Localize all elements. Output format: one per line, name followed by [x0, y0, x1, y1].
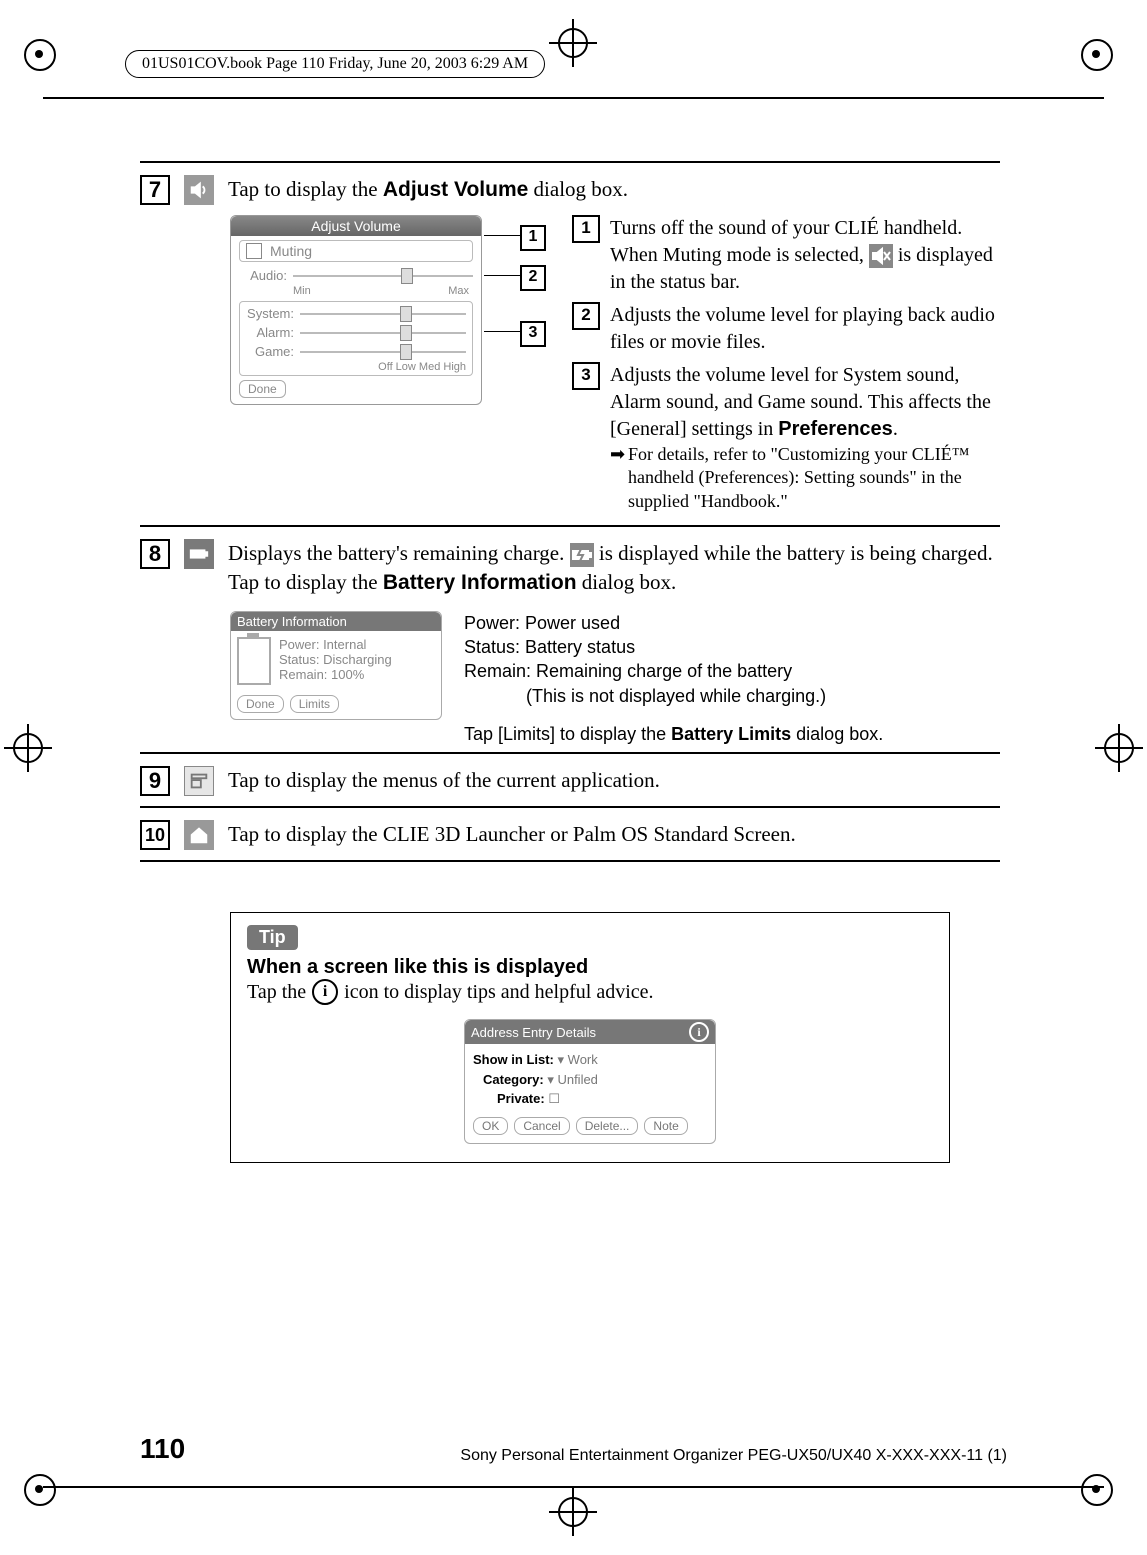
addr-l3-val[interactable]: ☐ — [548, 1091, 560, 1106]
tip-tag: Tip — [247, 925, 298, 950]
row10-text: Tap to display the CLIE 3D Launcher or P… — [228, 820, 796, 848]
step-10-number: 10 — [140, 820, 170, 850]
preferences-bold: Preferences — [778, 418, 893, 440]
battery-drawing — [237, 637, 271, 685]
step-7-number: 7 — [140, 175, 170, 205]
addr-l3-label: Private: — [473, 1091, 545, 1106]
step-8-number: 8 — [140, 539, 170, 569]
addr-title: Address Entry Details — [471, 1025, 596, 1040]
muting-label: Muting — [270, 243, 312, 259]
addr-cancel-button[interactable]: Cancel — [514, 1117, 569, 1135]
system-label: System: — [246, 306, 294, 321]
item2-text: Adjusts the volume level for playing bac… — [610, 302, 1000, 356]
battery-info-dialog: Battery Information Power: Internal Stat… — [230, 611, 442, 720]
muted-speaker-icon — [869, 244, 893, 268]
adjust-volume-title: Adjust Volume — [231, 216, 481, 236]
row8-line1a: Displays the battery's remaining charge. — [228, 541, 570, 565]
item3-note: For details, refer to "Customizing your … — [628, 444, 969, 511]
item1-number: 1 — [572, 215, 600, 243]
system-slider[interactable] — [300, 309, 466, 319]
tip-title: When a screen like this is displayed — [247, 956, 933, 979]
batt-right-l4a: Tap [Limits] to display the — [464, 724, 671, 744]
speaker-icon — [184, 175, 214, 205]
audio-label: Audio: — [239, 268, 287, 283]
row8-line2a: Tap to display the — [228, 570, 383, 594]
box-status: Status: Discharging — [279, 652, 392, 667]
row9-text: Tap to display the menus of the current … — [228, 766, 660, 794]
addr-l1-val[interactable]: ▾ Work — [558, 1052, 598, 1067]
step-9-number: 9 — [140, 766, 170, 796]
battery-info-title: Battery Information — [231, 612, 441, 631]
print-header: 01US01COV.book Page 110 Friday, June 20,… — [125, 50, 545, 78]
tip-box: Tip When a screen like this is displayed… — [230, 912, 950, 1163]
batt-right-l4b: dialog box. — [791, 724, 883, 744]
address-entry-dialog: Address Entry Details i Show in List: ▾ … — [464, 1019, 716, 1144]
adjust-volume-dialog: Adjust Volume Muting Audio: Min Max — [230, 215, 482, 405]
game-label: Game: — [246, 344, 294, 359]
footer-text: Sony Personal Entertainment Organizer PE… — [460, 1447, 1007, 1465]
item2-number: 2 — [572, 302, 600, 330]
batt-right-l2: Status: Battery status — [464, 635, 883, 659]
row7-lead: Tap to display the — [228, 177, 383, 201]
row8-line2b: dialog box. — [577, 570, 677, 594]
battery-icon — [184, 539, 214, 569]
item1-line1: Turns off the sound of your CLIÉ handhel… — [610, 215, 1000, 242]
levels-label: Off Low Med High — [246, 361, 466, 373]
item3-period: . — [893, 418, 898, 440]
callout-3: 3 — [520, 321, 546, 347]
box-remain: Remain: 100% — [279, 667, 392, 682]
battery-info-bold: Battery Information — [383, 571, 577, 594]
charging-battery-icon — [570, 543, 594, 567]
max-label: Max — [448, 285, 469, 297]
box-power: Power: Internal — [279, 637, 392, 652]
addr-ok-button[interactable]: OK — [473, 1117, 508, 1135]
game-slider[interactable] — [300, 347, 466, 357]
item3-number: 3 — [572, 362, 600, 390]
addr-note-button[interactable]: Note — [644, 1117, 687, 1135]
adjust-volume-bold: Adjust Volume — [383, 178, 528, 201]
row8-line1b: is displayed while the battery is being … — [594, 541, 993, 565]
batt-right-l1: Power: Power used — [464, 611, 883, 635]
addr-l2-val[interactable]: ▾ Unfiled — [547, 1072, 598, 1087]
battery-limits-bold: Battery Limits — [671, 724, 791, 744]
callout-1: 1 — [520, 225, 546, 251]
min-label: Min — [293, 285, 311, 297]
tip-text-a: Tap the — [247, 981, 306, 1004]
tip-text-b: icon to display tips and helpful advice. — [344, 981, 653, 1004]
alarm-label: Alarm: — [246, 325, 294, 340]
item1-line2a: When Muting mode is selected, — [610, 244, 869, 266]
batt-right-l3: Remain: Remaining charge of the battery — [464, 659, 883, 683]
done-button[interactable]: Done — [239, 380, 286, 398]
audio-slider[interactable] — [293, 271, 473, 281]
addr-delete-button[interactable]: Delete... — [576, 1117, 639, 1135]
row7-trail: dialog box. — [528, 177, 628, 201]
muting-checkbox[interactable] — [246, 243, 262, 259]
menu-icon — [184, 766, 214, 796]
alarm-slider[interactable] — [300, 328, 466, 338]
info-icon: i — [312, 979, 338, 1005]
page-number: 110 — [140, 1433, 185, 1465]
addr-l1-label: Show in List: — [473, 1052, 554, 1067]
home-icon — [184, 820, 214, 850]
addr-info-icon[interactable]: i — [689, 1022, 709, 1042]
addr-l2-label: Category: — [473, 1072, 544, 1087]
box-done-button[interactable]: Done — [237, 695, 284, 713]
box-limits-button[interactable]: Limits — [290, 695, 339, 713]
callout-2: 2 — [520, 265, 546, 291]
batt-right-l3b: (This is not displayed while charging.) — [464, 684, 883, 708]
